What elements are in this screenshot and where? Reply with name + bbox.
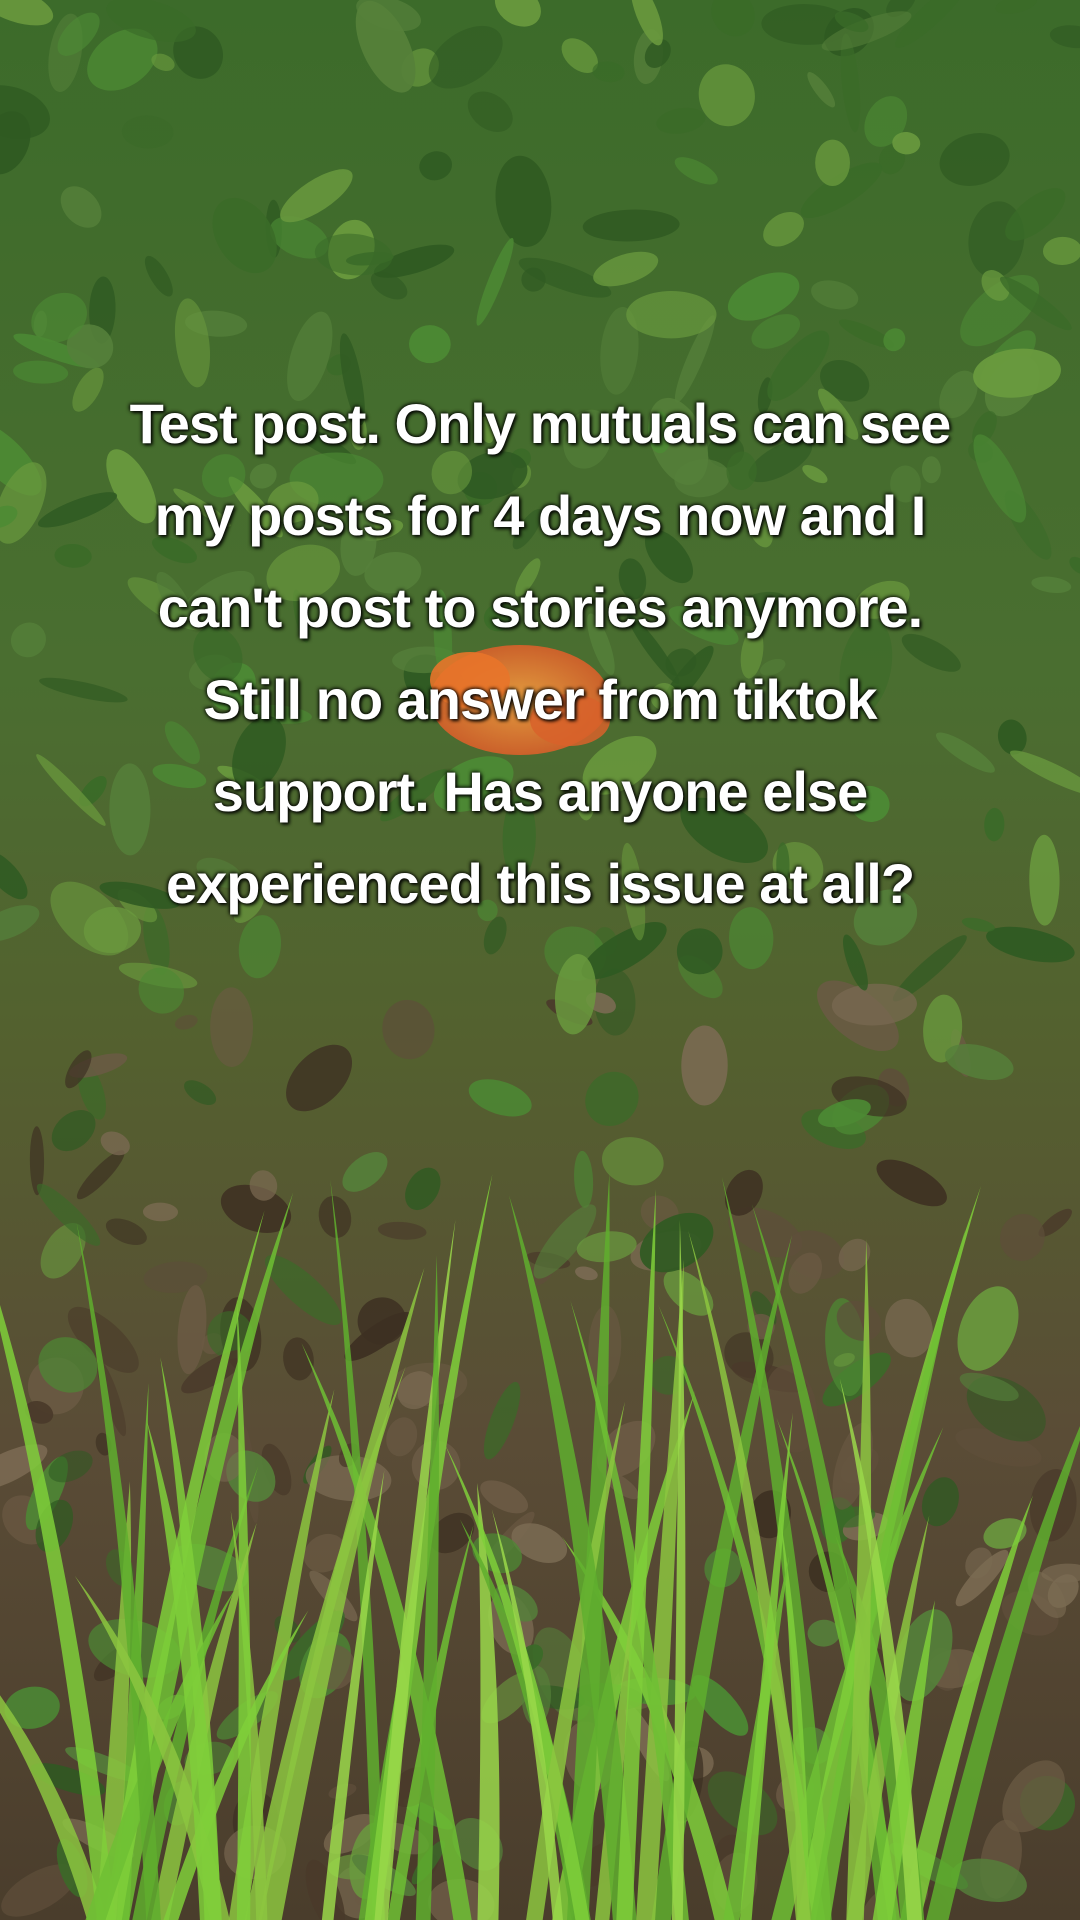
- caption-line-6: experienced this issue at all?: [165, 852, 915, 915]
- caption-line-2: my posts for 4 days now and I: [154, 484, 927, 547]
- caption-line-5: support. Has anyone else: [212, 760, 868, 823]
- caption-line-1: Test post. Only mutuals can see: [129, 392, 952, 455]
- background-photo: [0, 0, 1080, 1920]
- video-caption: Test post. Only mutuals can see my posts…: [40, 378, 1040, 930]
- garden-scene: [0, 0, 1080, 1920]
- caption-line-4: Still no answer from tiktok: [203, 668, 877, 731]
- caption-line-3: can't post to stories anymore.: [157, 576, 923, 639]
